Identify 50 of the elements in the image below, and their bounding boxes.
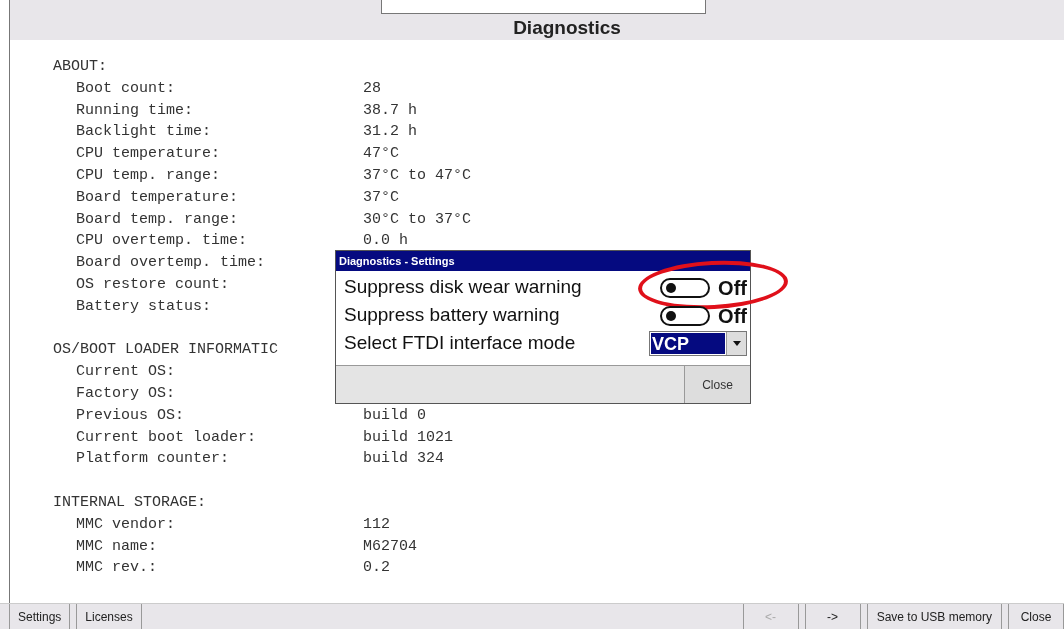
setting-label: Suppress battery warning: [344, 303, 560, 328]
info-value: 31.2 h: [363, 122, 417, 143]
info-label: Current OS:: [76, 362, 177, 383]
info-label: Previous OS:: [76, 405, 186, 426]
info-value: 30°C to 37°C: [363, 209, 472, 230]
setting-label: Suppress disk wear warning: [344, 275, 582, 300]
caret-icon: [726, 332, 746, 355]
toolbar-button[interactable]: ->: [804, 604, 861, 629]
info-value: build 0: [363, 405, 426, 426]
info-label: Board temp. range:: [76, 209, 240, 230]
info-label: MMC name:: [76, 536, 158, 557]
info-value: 47°C: [363, 144, 399, 165]
info-value: build 1021: [363, 427, 453, 448]
toggle-switch[interactable]: [660, 277, 711, 298]
info-label: MMC rev.:: [76, 558, 158, 579]
info-label: Platform counter:: [76, 449, 231, 470]
mode-dropdown[interactable]: VCP: [649, 331, 747, 356]
setting-label: Select FTDI interface mode: [344, 331, 576, 356]
toggle-state: Off: [718, 275, 747, 301]
info-label: Boot count:: [76, 78, 177, 99]
info-value: build 324: [363, 449, 444, 470]
info-label: CPU temp. range:: [76, 166, 222, 186]
toolbar-button[interactable]: Settings: [9, 604, 71, 629]
info-label: Factory OS:: [76, 383, 177, 404]
info-label: Board temperature:: [76, 187, 240, 208]
info-value: 0.0 h: [363, 231, 408, 252]
info-value: 37°C to 47°C: [363, 166, 472, 186]
info-value: 0.2: [363, 558, 390, 579]
info-value: 28: [363, 78, 381, 99]
toggle-switch[interactable]: [660, 305, 711, 326]
toggle-state: Off: [718, 303, 747, 329]
info-label: Current boot loader:: [76, 427, 258, 448]
info-label: MMC vendor:: [76, 514, 177, 535]
toolbar-button[interactable]: Save to USB memory: [866, 604, 1002, 629]
info-label: CPU temperature:: [76, 144, 222, 165]
toolbar-button[interactable]: Licenses: [76, 604, 142, 629]
dialog-title: Diagnostics - Settings: [336, 251, 750, 271]
toolbar-button[interactable]: Close: [1008, 604, 1064, 629]
info-label: Backlight time:: [76, 122, 213, 143]
info-value: 38.7 h: [363, 100, 417, 121]
window-title: Diagnostics: [513, 18, 621, 37]
info-value: 112: [363, 514, 390, 535]
close-button[interactable]: Close: [684, 366, 750, 403]
info-label: Running time:: [76, 100, 195, 121]
info-value: M62704: [363, 536, 417, 557]
info-label: CPU overtemp. time:: [76, 231, 249, 252]
section-heading: INTERNAL STORAGE:: [53, 493, 207, 511]
section-heading: ABOUT:: [53, 58, 107, 75]
info-value: 37°C: [363, 187, 399, 208]
section-heading: OS/BOOT LOADER INFORMATIC: [53, 341, 279, 359]
